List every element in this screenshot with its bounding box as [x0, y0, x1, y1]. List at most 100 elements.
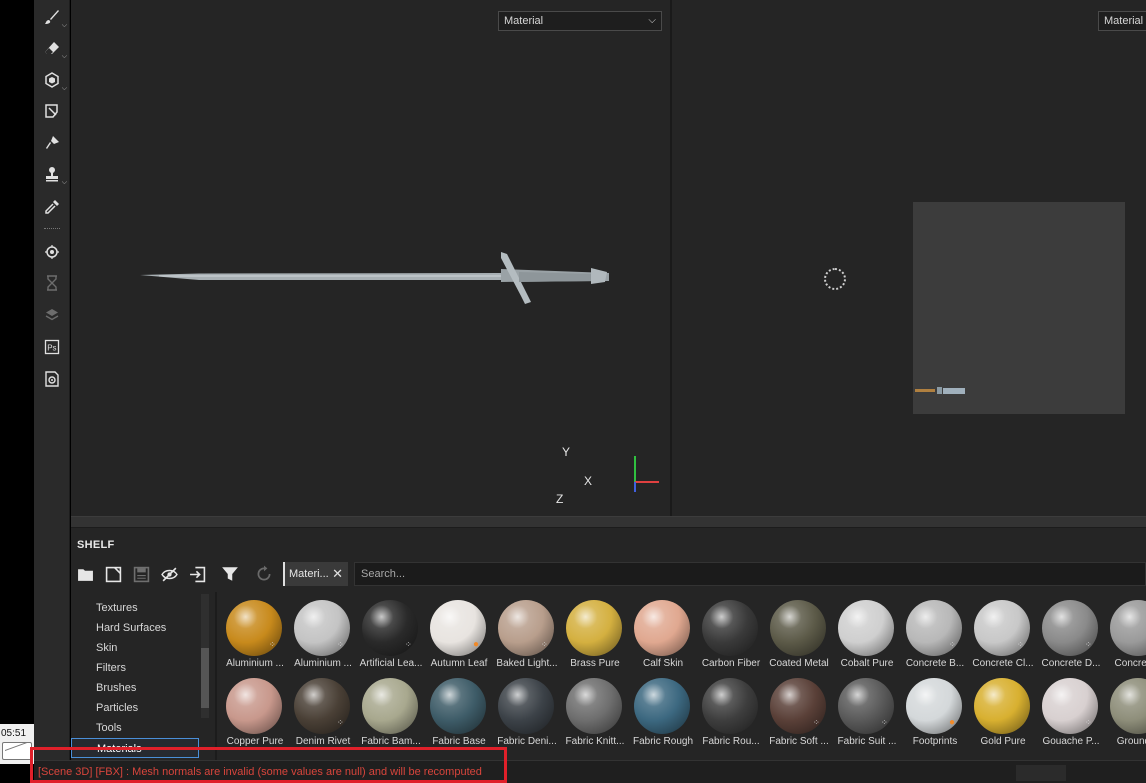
viewport-2d-mode-select[interactable]: Material: [1098, 11, 1146, 31]
material-item[interactable]: ⁘ Gouache P...: [1037, 670, 1105, 748]
category-item[interactable]: Brushes: [71, 678, 199, 698]
viewport-3d[interactable]: Material ⌵: [71, 0, 670, 516]
category-item[interactable]: Filters: [71, 658, 199, 678]
material-item[interactable]: ⁘ Baked Light...: [493, 592, 561, 670]
material-label: Concrete Cl...: [972, 658, 1034, 669]
dots-badge-icon: ⁘: [1085, 718, 1092, 727]
viewport-2d[interactable]: Material: [672, 0, 1146, 516]
material-item[interactable]: Gold Pure: [969, 670, 1037, 748]
color-picker-icon[interactable]: [40, 195, 64, 219]
status-right-widget[interactable]: [1016, 765, 1066, 781]
dots-badge-icon: ⁘: [541, 640, 548, 649]
material-item[interactable]: Concrete...: [1105, 592, 1146, 670]
material-item[interactable]: Fabric Rou...: [697, 670, 765, 748]
material-item[interactable]: ⁘ Fabric Suit ...: [833, 670, 901, 748]
projection-cube-icon[interactable]: ⌵: [40, 68, 67, 92]
folder-icon[interactable]: [75, 564, 95, 584]
material-item[interactable]: ⁘ Fabric Soft ...: [765, 670, 833, 748]
material-item[interactable]: ⁘ Concrete Cl...: [969, 592, 1037, 670]
physics-icon[interactable]: [40, 240, 64, 264]
timeline-icon[interactable]: [40, 271, 64, 295]
category-scrollbar[interactable]: [201, 594, 209, 718]
material-label: Fabric Base: [432, 736, 486, 747]
material-item[interactable]: Fabric Bam...: [357, 670, 425, 748]
close-icon[interactable]: ✕: [332, 562, 343, 586]
uv-space-canvas[interactable]: [913, 202, 1125, 414]
material-item[interactable]: Calf Skin: [629, 592, 697, 670]
category-item[interactable]: Textures: [71, 598, 199, 618]
material-item[interactable]: ⁘ Aluminium ...: [221, 592, 289, 670]
material-item[interactable]: Fabric Deni...: [493, 670, 561, 748]
paint-brush-icon[interactable]: ⌵: [40, 5, 67, 29]
material-label: Aluminium ...: [294, 658, 352, 669]
material-label: Artificial Lea...: [359, 658, 423, 669]
filter-tag[interactable]: Materi... ✕: [283, 562, 348, 586]
hide-icon[interactable]: [159, 564, 179, 584]
material-item[interactable]: Coated Metal: [765, 592, 833, 670]
uv-islands: [915, 387, 965, 394]
category-item[interactable]: Skin: [71, 638, 199, 658]
brush-badge-icon: ●: [949, 717, 956, 728]
material-label: Calf Skin: [642, 658, 683, 669]
material-preview-sphere: [634, 678, 690, 734]
axis-y-label: Y: [562, 445, 571, 459]
screenshot-icon[interactable]: [40, 367, 64, 391]
category-item[interactable]: Tools: [71, 718, 199, 738]
material-label: Fabric Rough: [632, 736, 694, 747]
material-item[interactable]: Ground ...: [1105, 670, 1146, 748]
smudge-icon[interactable]: [40, 131, 64, 155]
material-item[interactable]: Carbon Fiber: [697, 592, 765, 670]
filter-tag-label: Materi...: [289, 568, 329, 580]
shelf-splitter[interactable]: [71, 516, 1146, 528]
new-resource-icon[interactable]: [103, 564, 123, 584]
material-item[interactable]: Brass Pure: [561, 592, 629, 670]
material-item[interactable]: ⁘ Aluminium ...: [289, 592, 357, 670]
dots-badge-icon: ⁘: [1085, 640, 1092, 649]
material-item[interactable]: Copper Pure: [221, 670, 289, 748]
photoshop-icon[interactable]: Ps: [40, 335, 64, 359]
material-item[interactable]: ● Autumn Leaf: [425, 592, 493, 670]
import-icon[interactable]: [187, 564, 207, 584]
material-label: Fabric Deni...: [497, 736, 557, 747]
material-item[interactable]: Fabric Base: [425, 670, 493, 748]
material-label: Fabric Suit ...: [837, 736, 897, 747]
material-label: Copper Pure: [226, 736, 284, 747]
polygon-fill-icon[interactable]: [40, 99, 64, 123]
material-item[interactable]: Fabric Knitt...: [561, 670, 629, 748]
category-item[interactable]: Hard Surfaces: [71, 618, 199, 638]
material-label: Aluminium ...: [226, 658, 284, 669]
material-preview-sphere: [498, 678, 554, 734]
shelf-divider[interactable]: [215, 592, 217, 760]
material-item[interactable]: ⁘ Denim Rivet: [289, 670, 357, 748]
category-scroll-thumb[interactable]: [201, 648, 209, 708]
category-item[interactable]: Particles: [71, 698, 199, 718]
shelf-search-input[interactable]: [354, 562, 1146, 586]
material-item[interactable]: ⁘ Concrete D...: [1037, 592, 1105, 670]
reset-icon[interactable]: [255, 565, 273, 583]
material-label: Baked Light...: [496, 658, 558, 669]
material-item[interactable]: ⁘ Artificial Lea...: [357, 592, 425, 670]
viewport-3d-mode-label: Material: [504, 15, 544, 27]
save-icon[interactable]: [131, 564, 151, 584]
clone-stamp-icon[interactable]: ⌵: [40, 162, 67, 186]
dots-badge-icon: ⁘: [881, 718, 888, 727]
taskbar-time: 05:51: [1, 728, 27, 739]
material-item[interactable]: Cobalt Pure: [833, 592, 901, 670]
axis-z-label: Z: [556, 492, 564, 506]
viewport-3d-mode-select[interactable]: Material ⌵: [498, 11, 662, 31]
material-item[interactable]: ● Footprints: [901, 670, 969, 748]
filter-icon[interactable]: [221, 565, 239, 583]
layer-stack-icon[interactable]: [40, 303, 64, 327]
material-label: Ground ...: [1116, 736, 1146, 747]
material-preview-sphere: [702, 600, 758, 656]
material-item[interactable]: ⁘ Concrete B...: [901, 592, 969, 670]
eraser-icon[interactable]: ⌵: [40, 36, 67, 60]
brush-badge-icon: ●: [473, 639, 480, 650]
material-item[interactable]: Fabric Rough: [629, 670, 697, 748]
sword-mesh[interactable]: [139, 250, 609, 310]
material-preview-sphere: [838, 600, 894, 656]
material-label: Gold Pure: [980, 736, 1026, 747]
taskbar-clock[interactable]: 05:51: [0, 724, 34, 764]
shelf-panel: SHELF Materi... ✕ TexturesHard SurfacesS…: [71, 528, 1146, 760]
shelf-filter-bar: Materi... ✕: [215, 560, 1146, 588]
